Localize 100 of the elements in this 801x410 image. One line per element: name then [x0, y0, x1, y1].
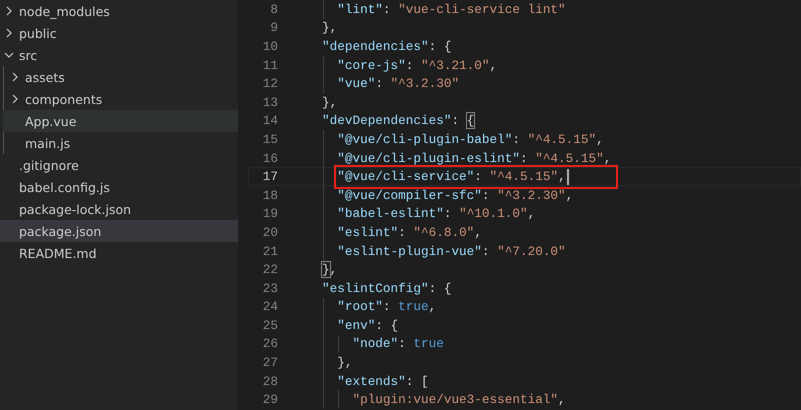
punctuation: }, [321, 20, 338, 36]
json-key: "extends" [306, 374, 406, 389]
punctuation: : [ [406, 374, 429, 389]
json-string: "^7.20.0" [497, 244, 566, 259]
punctuation: : [382, 2, 392, 17]
line-number: 28 [262, 374, 278, 389]
json-string: "^4.5.15" [528, 132, 596, 147]
json-key: "lint" [306, 2, 383, 17]
json-string: "^3.2.30" [390, 76, 460, 92]
line-number: 15 [262, 132, 278, 147]
punctuation: : [482, 244, 491, 259]
punctuation: , [528, 206, 536, 222]
punctuation: : { [428, 280, 452, 296]
json-string: "^10.1.0" [459, 206, 528, 222]
line-number: 11 [262, 58, 278, 73]
line-number: 9 [269, 20, 278, 36]
line-number: 25 [262, 318, 278, 333]
file-item[interactable]: main.js [3, 132, 238, 154]
chevron-icon [10, 94, 20, 104]
line-number: 17 [262, 169, 278, 184]
json-key: "root" [306, 299, 383, 314]
folder-item[interactable]: node_modules [0, 0, 238, 22]
file-item[interactable]: App.vue [3, 110, 238, 132]
punctuation: : [406, 58, 414, 73]
chevron-icon [4, 28, 14, 38]
punctuation: , [474, 224, 482, 240]
punctuation: : { [428, 38, 452, 54]
json-key: "@vue/cli-service" [306, 169, 474, 184]
json-key: "eslint" [306, 224, 398, 240]
json-boolean: true [398, 299, 429, 314]
file-item[interactable]: babel.config.js [0, 176, 238, 198]
line-number: 16 [262, 150, 278, 166]
json-string: "^4.5.15" [490, 169, 558, 184]
punctuation: , [428, 299, 436, 314]
punctuation: , [604, 150, 612, 166]
chevron-icon [10, 72, 20, 82]
json-key: "dependencies" [306, 38, 429, 54]
line-number: 20 [262, 224, 278, 240]
json-string: "vue-cli-service lint" [398, 2, 566, 17]
chevron-icon [4, 6, 14, 16]
line-number: 18 [262, 188, 278, 203]
punctuation: , [566, 188, 574, 203]
matched-bracket: } [321, 262, 330, 278]
punctuation: : [444, 206, 452, 222]
punctuation: }, [321, 94, 338, 110]
json-string: "^3.2.30" [497, 188, 566, 203]
json-key: "eslintConfig" [306, 280, 429, 296]
punctuation: }, [336, 355, 352, 370]
json-string: "^4.5.15" [535, 150, 604, 166]
line-number: 23 [262, 280, 278, 296]
chevron-icon [4, 50, 14, 60]
json-key: "@vue/compiler-sfc" [306, 188, 482, 203]
folder-item[interactable]: components [3, 88, 238, 110]
json-key: "env" [306, 318, 376, 333]
line-number: 19 [262, 206, 278, 222]
file-item[interactable]: README.md [0, 242, 238, 264]
file-item[interactable]: package.json [0, 220, 238, 242]
folder-item[interactable]: assets [3, 66, 238, 88]
json-key: "devDependencies" [306, 113, 452, 128]
line-number: 27 [262, 355, 278, 370]
punctuation: : [382, 299, 392, 314]
punctuation: , [330, 262, 338, 278]
file-item[interactable]: package-lock.json [0, 198, 238, 220]
punctuation: : [512, 132, 521, 147]
punctuation: : [451, 113, 460, 128]
json-string: "^3.21.0" [421, 58, 490, 73]
line-number: 13 [262, 94, 278, 110]
line-number: 29 [262, 392, 278, 408]
punctuation: : [398, 224, 407, 240]
matched-bracket: { [466, 113, 474, 128]
json-boolean: true [413, 336, 444, 352]
json-key: "eslint-plugin-vue" [306, 244, 482, 259]
punctuation: , [558, 169, 566, 184]
json-key: "vue" [306, 76, 376, 92]
json-key: "node" [306, 336, 398, 352]
punctuation: : [398, 336, 407, 352]
punctuation: : [375, 76, 384, 92]
punctuation: , [490, 58, 498, 73]
line-number: 12 [262, 76, 278, 92]
text-cursor [566, 168, 569, 185]
line-number: 21 [262, 244, 278, 259]
file-item[interactable]: .gitignore [0, 154, 238, 176]
folder-item[interactable]: public [0, 22, 238, 44]
punctuation: : [520, 150, 529, 166]
punctuation: : { [375, 318, 398, 333]
line-number: 8 [269, 2, 278, 17]
punctuation: , [596, 132, 604, 147]
json-string: "plugin:vue/vue3-essential" [351, 392, 558, 408]
json-key: "@vue/cli-plugin-eslint" [306, 150, 520, 166]
line-number: 24 [262, 299, 278, 314]
json-key: "core-js" [306, 58, 406, 73]
punctuation: : [474, 169, 483, 184]
json-key: "babel-eslint" [306, 206, 444, 222]
line-number: 14 [262, 113, 278, 128]
line-number: 26 [262, 336, 278, 352]
folder-item[interactable]: src [0, 44, 238, 66]
json-key: "@vue/cli-plugin-babel" [306, 132, 512, 147]
punctuation: , [558, 392, 566, 408]
line-number: 22 [262, 262, 278, 278]
punctuation: : [482, 188, 491, 203]
